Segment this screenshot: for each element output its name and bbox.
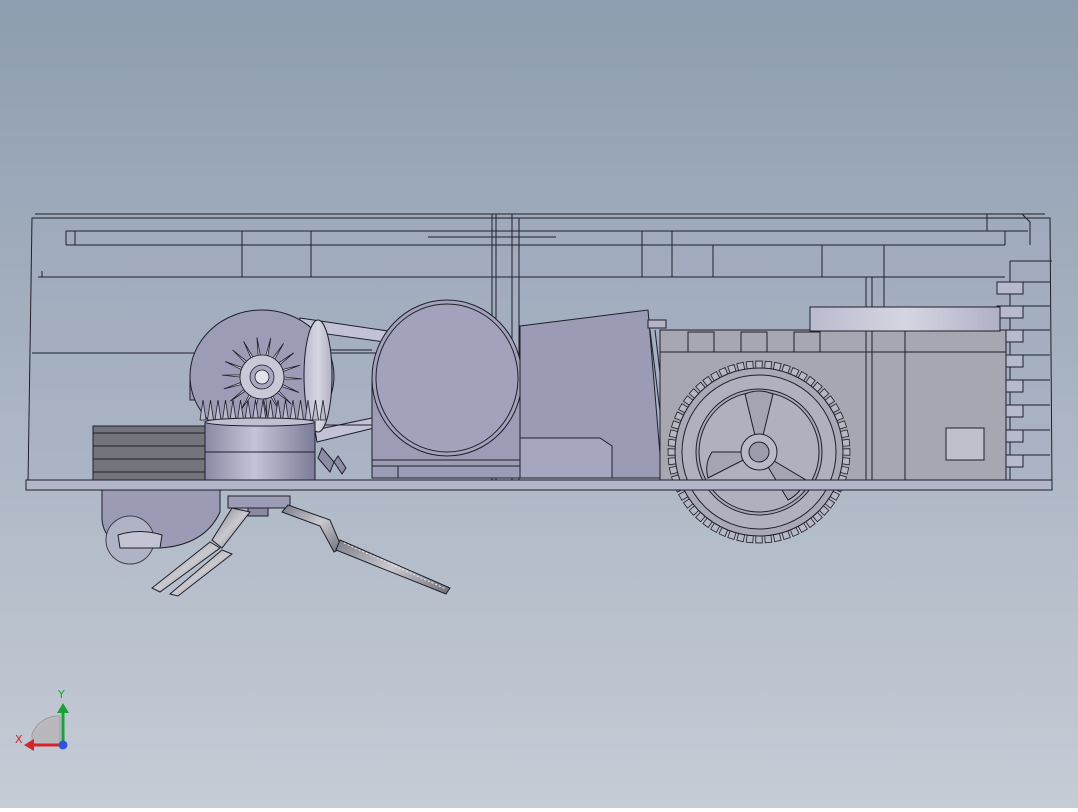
suction-motor[interactable] (371, 299, 523, 479)
battery-block (92, 425, 208, 481)
y-axis-label: Y (58, 688, 65, 701)
base-plate (25, 479, 1053, 491)
z-axis-dot (58, 740, 68, 750)
dust-box[interactable] (519, 309, 673, 479)
gear-support-cylinder (204, 417, 316, 481)
x-axis-label: X (15, 733, 23, 746)
graphics-viewport[interactable]: X Y (0, 0, 1078, 808)
model-scene[interactable] (0, 0, 1078, 808)
